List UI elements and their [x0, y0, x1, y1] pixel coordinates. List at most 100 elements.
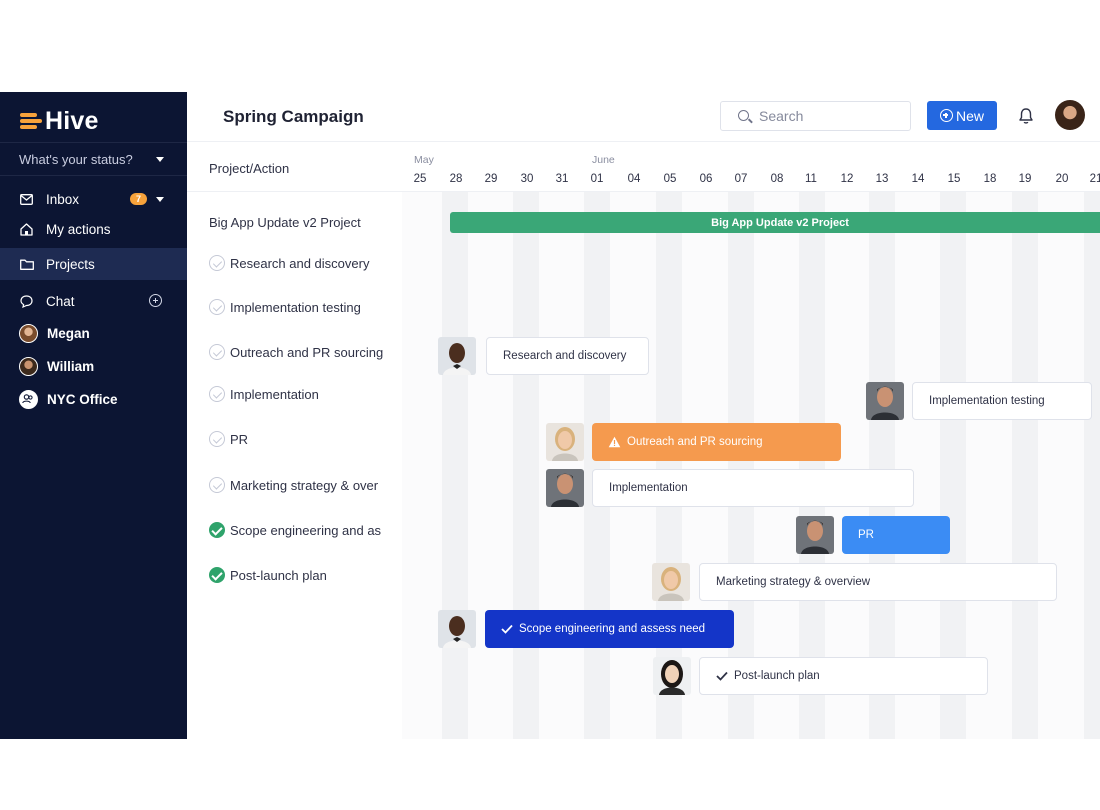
- assignee-avatar[interactable]: [653, 657, 691, 695]
- chat-icon: [19, 294, 34, 309]
- folder-icon: [19, 257, 34, 272]
- task-label: Scope engineering and as: [230, 522, 382, 538]
- check-circle-icon[interactable]: [209, 299, 225, 315]
- list-item[interactable]: Outreach and PR sourcing: [209, 344, 389, 360]
- assignee-avatar[interactable]: [796, 516, 834, 554]
- status-selector[interactable]: What's your status?: [0, 142, 187, 176]
- day-label: 28: [449, 173, 463, 185]
- sidebar-item-megan[interactable]: Megan: [0, 317, 187, 349]
- day-label: 12: [840, 173, 854, 185]
- home-icon: [19, 222, 34, 237]
- sidebar-item-label: Projects: [46, 256, 95, 272]
- day-label: 18: [983, 173, 997, 185]
- hive-logo[interactable]: Hive: [20, 106, 99, 136]
- check-done-icon[interactable]: [209, 567, 225, 583]
- column-header: Project/Action: [209, 161, 290, 176]
- day-label: 11: [805, 173, 817, 185]
- day-label: 19: [1018, 173, 1032, 185]
- check-circle-icon[interactable]: [209, 431, 225, 447]
- list-item[interactable]: Implementation testing: [209, 299, 389, 315]
- task-bar-label: PR: [858, 529, 874, 541]
- sidebar-item-label: Chat: [46, 293, 75, 309]
- task-label: Outreach and PR sourcing: [230, 344, 384, 360]
- list-item[interactable]: Research and discovery: [209, 255, 389, 271]
- assignee-avatar[interactable]: [546, 423, 584, 461]
- day-label: 15: [947, 173, 961, 185]
- chevron-down-icon: [156, 157, 164, 162]
- page-title: Spring Campaign: [223, 107, 364, 126]
- bell-icon[interactable]: [1016, 106, 1036, 126]
- task-bar[interactable]: Implementation: [592, 469, 914, 507]
- assignee-avatar[interactable]: [546, 469, 584, 507]
- day-label: 21: [1089, 173, 1100, 185]
- day-label: 31: [555, 173, 569, 185]
- sidebar-item-my-actions[interactable]: My actions: [0, 213, 187, 245]
- list-item[interactable]: Post-launch plan: [209, 567, 389, 583]
- task-label: Implementation testing: [230, 299, 361, 315]
- sidebar-item-inbox[interactable]: Inbox 7: [0, 183, 187, 215]
- task-bar[interactable]: Marketing strategy & overview: [699, 563, 1057, 601]
- task-label: PR: [230, 431, 249, 447]
- new-button[interactable]: New: [927, 101, 997, 130]
- project-bar[interactable]: Big App Update v2 Project: [450, 212, 1100, 233]
- check-circle-icon[interactable]: [209, 477, 225, 493]
- task-bar-label: Implementation testing: [929, 395, 1045, 407]
- task-bar-label: Implementation: [609, 482, 688, 494]
- page-header: Spring Campaign Search New: [187, 92, 1100, 142]
- task-bar[interactable]: Implementation testing: [912, 382, 1092, 420]
- day-label: 29: [484, 173, 498, 185]
- day-label: 14: [911, 173, 925, 185]
- mail-icon: [19, 192, 34, 207]
- day-label: 20: [1055, 173, 1069, 185]
- task-bar[interactable]: Outreach and PR sourcing: [592, 423, 841, 461]
- hive-logo-icon: [20, 110, 42, 132]
- column-stripe: [442, 192, 468, 739]
- task-bar[interactable]: Research and discovery: [486, 337, 649, 375]
- list-item[interactable]: Scope engineering and as: [209, 522, 389, 538]
- task-label: Post-launch plan: [230, 567, 327, 583]
- task-bar-label: Outreach and PR sourcing: [627, 436, 763, 448]
- warning-icon: [608, 436, 621, 448]
- sidebar-item-william[interactable]: William: [0, 350, 187, 382]
- task-bar-label: Marketing strategy & overview: [716, 576, 871, 588]
- check-circle-icon[interactable]: [209, 255, 225, 271]
- project-row[interactable]: Big App Update v2 Project: [209, 215, 389, 230]
- month-label: June: [592, 154, 615, 166]
- search-input[interactable]: Search: [720, 101, 911, 131]
- sidebar-item-label: William: [47, 358, 95, 374]
- sidebar-item-nyc-office[interactable]: NYC Office: [0, 383, 187, 415]
- inbox-count-badge: 7: [130, 193, 147, 205]
- day-label: 05: [663, 173, 677, 185]
- check-icon: [716, 671, 728, 681]
- search-icon: [738, 110, 749, 121]
- chevron-down-icon[interactable]: [156, 197, 164, 202]
- check-circle-icon[interactable]: [209, 386, 225, 402]
- assignee-avatar[interactable]: [438, 610, 476, 648]
- column-stripe: [513, 192, 539, 739]
- new-button-label: New: [955, 107, 984, 124]
- check-done-icon[interactable]: [209, 522, 225, 538]
- assignee-avatar[interactable]: [438, 337, 476, 375]
- check-circle-icon[interactable]: [209, 344, 225, 360]
- list-item[interactable]: PR: [209, 431, 389, 447]
- list-item[interactable]: Marketing strategy & over: [209, 477, 389, 493]
- sidebar-item-projects[interactable]: Projects: [0, 248, 187, 280]
- assignee-avatar[interactable]: [652, 563, 690, 601]
- task-bar[interactable]: Scope engineering and assess need: [485, 610, 734, 648]
- task-bar[interactable]: Post-launch plan: [699, 657, 988, 695]
- sidebar-item-chat[interactable]: Chat: [0, 285, 187, 317]
- day-label: 01: [590, 173, 604, 185]
- app-name: Hive: [45, 106, 99, 135]
- column-stripe: [1012, 192, 1038, 739]
- day-label: 04: [627, 173, 641, 185]
- list-item[interactable]: Implementation: [209, 386, 389, 402]
- day-label: 25: [413, 173, 427, 185]
- app-window: Hive What's your status? Inbox 7 My acti…: [0, 92, 1100, 739]
- task-bar-label: Post-launch plan: [734, 670, 820, 682]
- avatar: [19, 323, 38, 343]
- add-chat-icon[interactable]: [149, 294, 162, 307]
- assignee-avatar[interactable]: [866, 382, 904, 420]
- task-label: Implementation: [230, 386, 319, 402]
- user-avatar[interactable]: [1055, 100, 1085, 130]
- task-bar[interactable]: PR: [842, 516, 950, 554]
